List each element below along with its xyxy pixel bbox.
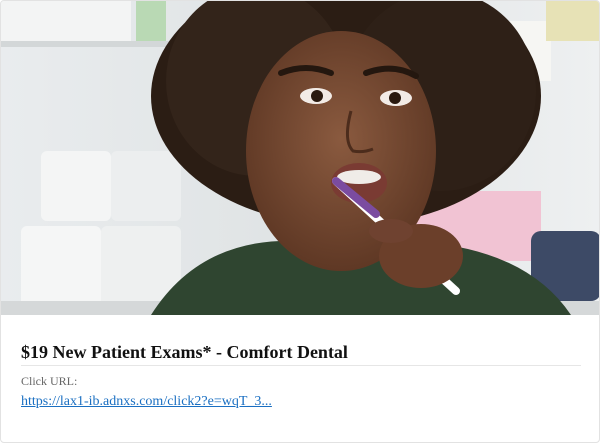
click-url-label: Click URL: xyxy=(21,374,78,388)
ad-card[interactable]: $19 New Patient Exams* - Comfort Dental … xyxy=(0,0,600,443)
ad-title[interactable]: $19 New Patient Exams* - Comfort Dental xyxy=(21,341,581,366)
ad-image[interactable] xyxy=(1,1,599,315)
woman-brushing-teeth-photo xyxy=(1,1,599,315)
click-url-link[interactable]: https://lax1-ib.adnxs.com/click2?e=wqT_3… xyxy=(21,393,272,411)
ad-text-block: $19 New Patient Exams* - Comfort Dental … xyxy=(21,341,581,411)
